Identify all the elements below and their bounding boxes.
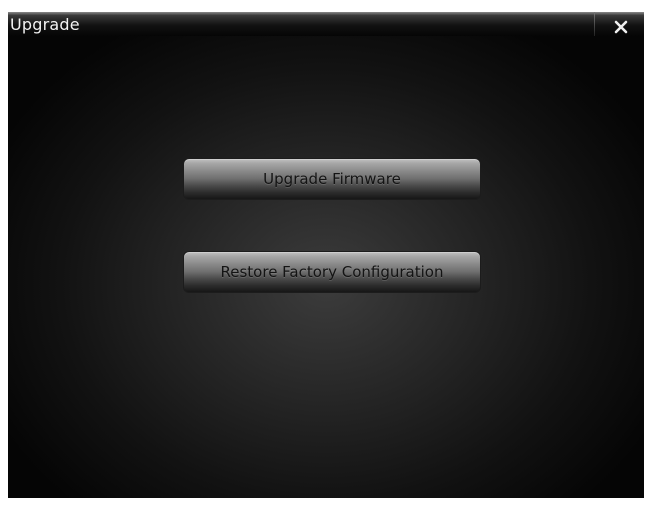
title-bar: Upgrade <box>8 12 644 36</box>
restore-factory-configuration-button[interactable]: Restore Factory Configuration <box>183 251 481 293</box>
dialog-title: Upgrade <box>10 15 80 34</box>
close-icon <box>614 20 628 34</box>
title-divider <box>594 12 595 36</box>
close-button[interactable] <box>612 18 630 36</box>
upgrade-firmware-button[interactable]: Upgrade Firmware <box>183 158 481 200</box>
upgrade-dialog: Upgrade Upgrade Firmware Restore Factory… <box>8 12 644 498</box>
